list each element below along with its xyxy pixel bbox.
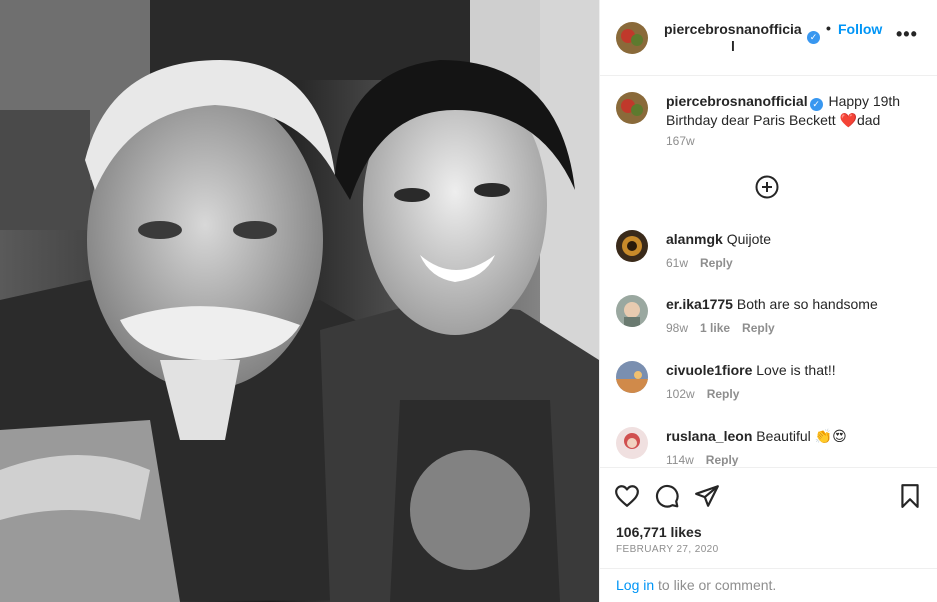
login-prompt-rest: to like or comment. <box>654 577 777 593</box>
comment-text: er.ika1775 Both are so handsome <box>666 295 926 313</box>
share-paper-plane-icon[interactable] <box>694 483 720 509</box>
post-actions: 106,771 likes FEBRUARY 27, 2020 Log in t… <box>600 467 937 602</box>
comments-list[interactable]: piercebrosnanofficial ✓ Happy 19th Birthd… <box>600 77 937 466</box>
comment-avatar[interactable] <box>616 427 648 459</box>
comment-time: 102w <box>666 387 695 401</box>
comment-meta: 102w Reply <box>666 387 751 401</box>
comment-time: 98w <box>666 321 689 335</box>
comment-text: civuole1fiore Love is that!! <box>666 361 926 379</box>
post-date[interactable]: FEBRUARY 27, 2020 <box>616 544 719 555</box>
save-bookmark-icon[interactable] <box>897 483 923 509</box>
separator-dot: • <box>826 20 831 36</box>
caption-username[interactable]: piercebrosnanofficial <box>666 93 808 109</box>
more-options-icon[interactable]: ••• <box>896 24 918 45</box>
verified-badge-icon: ✓ <box>807 31 820 44</box>
comment-meta: 98w 1 like Reply <box>666 321 787 335</box>
likes-count[interactable]: 106,771 likes <box>616 524 702 540</box>
comment-body: Quijote <box>726 231 772 247</box>
author-avatar[interactable] <box>616 22 648 54</box>
caption-meta: 167w <box>666 134 707 148</box>
comment-avatar[interactable] <box>616 361 648 393</box>
comment-meta: 114w Reply <box>666 453 750 466</box>
login-link[interactable]: Log in <box>616 577 654 593</box>
caption-text: piercebrosnanofficial ✓ Happy 19th Birthd… <box>666 92 926 129</box>
comment-username[interactable]: alanmgk <box>666 231 723 247</box>
comment-username[interactable]: ruslana_leon <box>666 428 752 444</box>
reply-button[interactable]: Reply <box>706 453 739 466</box>
reply-button[interactable]: Reply <box>707 387 740 401</box>
post-photo[interactable] <box>0 0 599 602</box>
comment-time: 61w <box>666 256 689 270</box>
comment-avatar[interactable] <box>616 295 648 327</box>
photo-image <box>0 0 599 602</box>
follow-button[interactable]: Follow <box>838 21 882 37</box>
comment-body: Both are so handsome <box>736 296 878 312</box>
reply-button[interactable]: Reply <box>742 321 775 335</box>
comment-username[interactable]: er.ika1775 <box>666 296 733 312</box>
comment-text: ruslana_leon Beautiful 👏😍 <box>666 427 926 445</box>
login-prompt-text: Log in to like or comment. <box>616 577 776 593</box>
post-header: piercebrosnanofficia l ✓ • Follow ••• <box>600 0 937 76</box>
comment-meta: 61w Reply <box>666 256 745 270</box>
comment-likes[interactable]: 1 like <box>700 321 730 335</box>
caption-time: 167w <box>666 134 695 148</box>
comment-username[interactable]: civuole1fiore <box>666 362 752 378</box>
reply-button[interactable]: Reply <box>700 256 733 270</box>
login-prompt: Log in to like or comment. <box>600 568 937 602</box>
comment-body: Beautiful 👏😍 <box>756 428 847 444</box>
caption-avatar[interactable] <box>616 92 648 124</box>
verified-badge-icon: ✓ <box>809 98 823 111</box>
comment-avatar[interactable] <box>616 230 648 262</box>
load-more-comments-icon[interactable] <box>755 175 779 199</box>
comment-body: Love is that!! <box>756 362 836 378</box>
author-username[interactable]: piercebrosnanofficia <box>664 21 802 37</box>
comment-text: alanmgk Quijote <box>666 230 926 248</box>
like-heart-icon[interactable] <box>614 483 640 509</box>
comment-time: 114w <box>666 453 694 466</box>
comment-bubble-icon[interactable] <box>654 483 680 509</box>
author-username-wrap[interactable]: l <box>731 38 735 54</box>
post-sidebar: piercebrosnanofficia l ✓ • Follow ••• pi… <box>599 0 937 602</box>
